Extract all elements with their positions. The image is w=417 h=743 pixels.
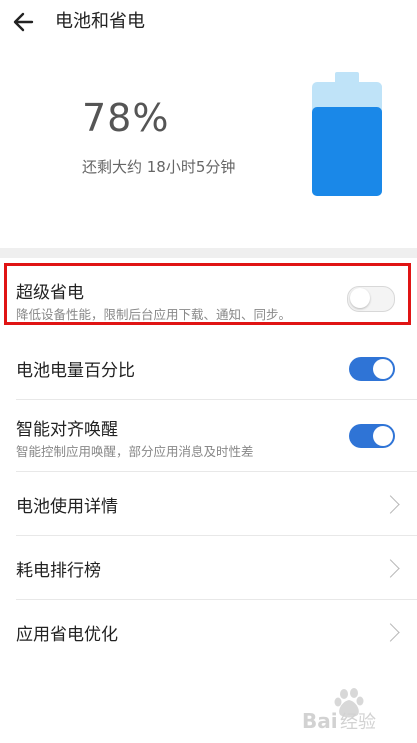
toggle-knob [373,359,393,379]
battery-summary: 78% 还剩大约 18小时5分钟 [0,44,417,248]
highlight-box [4,263,411,325]
battery-percentage-row[interactable]: 电池电量百分比 [0,336,417,400]
section-divider [0,248,417,258]
smart-wakeup-row[interactable]: 智能对齐唤醒 智能控制应用唤醒，部分应用消息及时性差 [0,400,417,472]
toggle-knob [373,426,393,446]
remaining-time: 还剩大约 18小时5分钟 [82,158,236,176]
battery-percent: 78% [82,96,170,140]
row-title: 电池使用详情 [16,497,118,517]
row-title: 耗电排行榜 [16,561,101,581]
header: 电池和省电 [0,0,417,44]
svg-text:Bai: Bai [302,709,338,733]
chevron-right-icon [381,495,400,514]
app-power-optimization-row[interactable]: 应用省电优化 [0,600,417,664]
row-title: 电池电量百分比 [16,361,135,381]
page-title: 电池和省电 [55,11,145,32]
battery-percentage-toggle[interactable] [349,357,395,381]
row-title: 智能对齐唤醒 [16,420,118,440]
smart-wakeup-toggle[interactable] [349,424,395,448]
row-title: 应用省电优化 [16,625,118,645]
chevron-right-icon [381,559,400,578]
battery-icon [312,72,382,196]
power-ranking-row[interactable]: 耗电排行榜 [0,536,417,600]
baidu-watermark-logo: Bai 经验 [302,688,376,733]
back-arrow-icon[interactable] [10,8,38,36]
row-subtitle: 智能控制应用唤醒，部分应用消息及时性差 [16,444,254,459]
svg-text:经验: 经验 [340,712,376,733]
chevron-right-icon [381,623,400,642]
battery-usage-details-row[interactable]: 电池使用详情 [0,472,417,536]
